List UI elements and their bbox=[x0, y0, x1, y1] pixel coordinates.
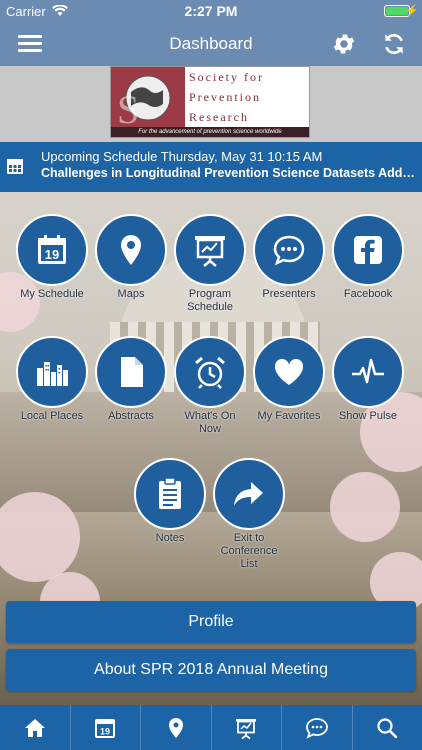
facebook-icon bbox=[354, 236, 382, 264]
clipboard-icon bbox=[159, 477, 181, 509]
map-pin-icon bbox=[168, 717, 183, 738]
tile-label: My Favorites bbox=[257, 410, 321, 422]
exit-to-conference-list-button[interactable] bbox=[213, 458, 285, 530]
tab-program[interactable] bbox=[212, 705, 282, 750]
page-title: Dashboard bbox=[169, 34, 253, 53]
program-schedule-button[interactable] bbox=[174, 214, 246, 286]
refresh-icon[interactable] bbox=[381, 31, 407, 57]
tile-label: Exit to Conference List bbox=[220, 532, 278, 570]
show-pulse-button[interactable] bbox=[332, 336, 404, 408]
tab-bar: 19 bbox=[0, 705, 422, 750]
city-icon bbox=[37, 362, 68, 386]
logo-strip: S Society for Prevention Research For th… bbox=[0, 66, 422, 142]
profile-button[interactable]: Profile bbox=[6, 601, 416, 643]
tile-exit-to-conference-list[interactable]: Exit to Conference List bbox=[211, 458, 287, 571]
local-places-button[interactable] bbox=[16, 336, 88, 408]
logo-line-3: Research bbox=[189, 110, 249, 124]
chat-bubble-icon bbox=[273, 235, 305, 266]
logo-text: Society for Prevention Research bbox=[185, 67, 311, 129]
svg-text:S: S bbox=[117, 87, 139, 129]
tile-program-schedule[interactable]: Program Schedule bbox=[172, 214, 248, 314]
notes-button[interactable] bbox=[134, 458, 206, 530]
tile-show-pulse[interactable]: Show Pulse bbox=[330, 336, 406, 423]
presentation-icon bbox=[236, 718, 257, 739]
tile-abstracts[interactable]: Abstracts bbox=[93, 336, 169, 423]
calendar-day: 19 bbox=[45, 247, 59, 262]
home-icon bbox=[24, 718, 45, 737]
document-icon bbox=[121, 357, 143, 387]
tile-label: Notes bbox=[155, 532, 185, 544]
tab-home[interactable] bbox=[0, 705, 71, 750]
tile-notes[interactable]: Notes bbox=[132, 458, 208, 545]
pulse-icon bbox=[352, 358, 384, 384]
tile-my-schedule[interactable]: 19 My Schedule bbox=[14, 214, 90, 301]
tab-maps[interactable] bbox=[141, 705, 212, 750]
logo-line-1: Society for bbox=[189, 70, 264, 84]
calendar-icon bbox=[7, 159, 23, 174]
spr-logo: S Society for Prevention Research For th… bbox=[110, 66, 310, 138]
tile-label: Maps bbox=[117, 288, 145, 300]
tile-label: My Schedule bbox=[20, 288, 84, 300]
logo-tagline: For the advancement of prevention scienc… bbox=[111, 127, 309, 137]
chat-bubble-icon bbox=[305, 717, 328, 739]
search-icon bbox=[377, 717, 398, 738]
tile-my-favorites[interactable]: My Favorites bbox=[251, 336, 327, 423]
logo-line-2: Prevention bbox=[189, 90, 261, 104]
presentation-icon bbox=[195, 236, 225, 267]
maps-button[interactable] bbox=[95, 214, 167, 286]
tab-presenters[interactable] bbox=[282, 705, 353, 750]
tile-label: Facebook bbox=[343, 288, 393, 300]
heart-icon bbox=[274, 358, 304, 385]
tile-label: Local Places bbox=[20, 410, 84, 422]
calendar-day: 19 bbox=[100, 726, 110, 736]
tile-whats-on-now[interactable]: What's On Now bbox=[172, 336, 248, 436]
alarm-clock-icon bbox=[195, 356, 225, 389]
tile-facebook[interactable]: Facebook bbox=[330, 214, 406, 301]
tile-label: Show Pulse bbox=[338, 410, 398, 422]
banner-schedule-time: Upcoming Schedule Thursday, May 31 10:15… bbox=[41, 149, 323, 164]
banner-session-title: Challenges in Longitudinal Prevention Sc… bbox=[41, 166, 416, 180]
gear-icon[interactable] bbox=[331, 31, 357, 57]
tab-search[interactable] bbox=[353, 705, 422, 750]
tab-schedule[interactable]: 19 bbox=[71, 705, 141, 750]
charging-icon: ⚡ bbox=[405, 5, 419, 17]
tile-label: What's On Now bbox=[184, 410, 236, 435]
nav-bar: Dashboard bbox=[0, 22, 422, 66]
about-meeting-button[interactable]: About SPR 2018 Annual Meeting bbox=[6, 649, 416, 691]
map-pin-icon bbox=[121, 235, 141, 265]
tile-label: Program Schedule bbox=[187, 288, 233, 313]
status-time: 2:27 PM bbox=[184, 3, 238, 19]
globe-icon: S bbox=[111, 67, 185, 132]
tile-presenters[interactable]: Presenters bbox=[251, 214, 327, 301]
tile-label: Abstracts bbox=[108, 410, 154, 422]
abstracts-button[interactable] bbox=[95, 336, 167, 408]
my-favorites-button[interactable] bbox=[253, 336, 325, 408]
my-schedule-button[interactable]: 19 bbox=[16, 214, 88, 286]
presenters-button[interactable] bbox=[253, 214, 325, 286]
facebook-button[interactable] bbox=[332, 214, 404, 286]
whats-on-now-button[interactable] bbox=[174, 336, 246, 408]
status-bar: Carrier 2:27 PM ⚡ bbox=[0, 0, 422, 22]
tile-maps[interactable]: Maps bbox=[93, 214, 169, 301]
tile-label: Presenters bbox=[262, 288, 316, 300]
exit-arrow-icon bbox=[234, 482, 263, 506]
calendar-icon: 19 bbox=[95, 718, 116, 738]
tile-local-places[interactable]: Local Places bbox=[14, 336, 90, 423]
calendar-icon: 19 bbox=[38, 235, 66, 264]
upcoming-schedule-banner[interactable]: Upcoming Schedule Thursday, May 31 10:15… bbox=[0, 142, 422, 192]
